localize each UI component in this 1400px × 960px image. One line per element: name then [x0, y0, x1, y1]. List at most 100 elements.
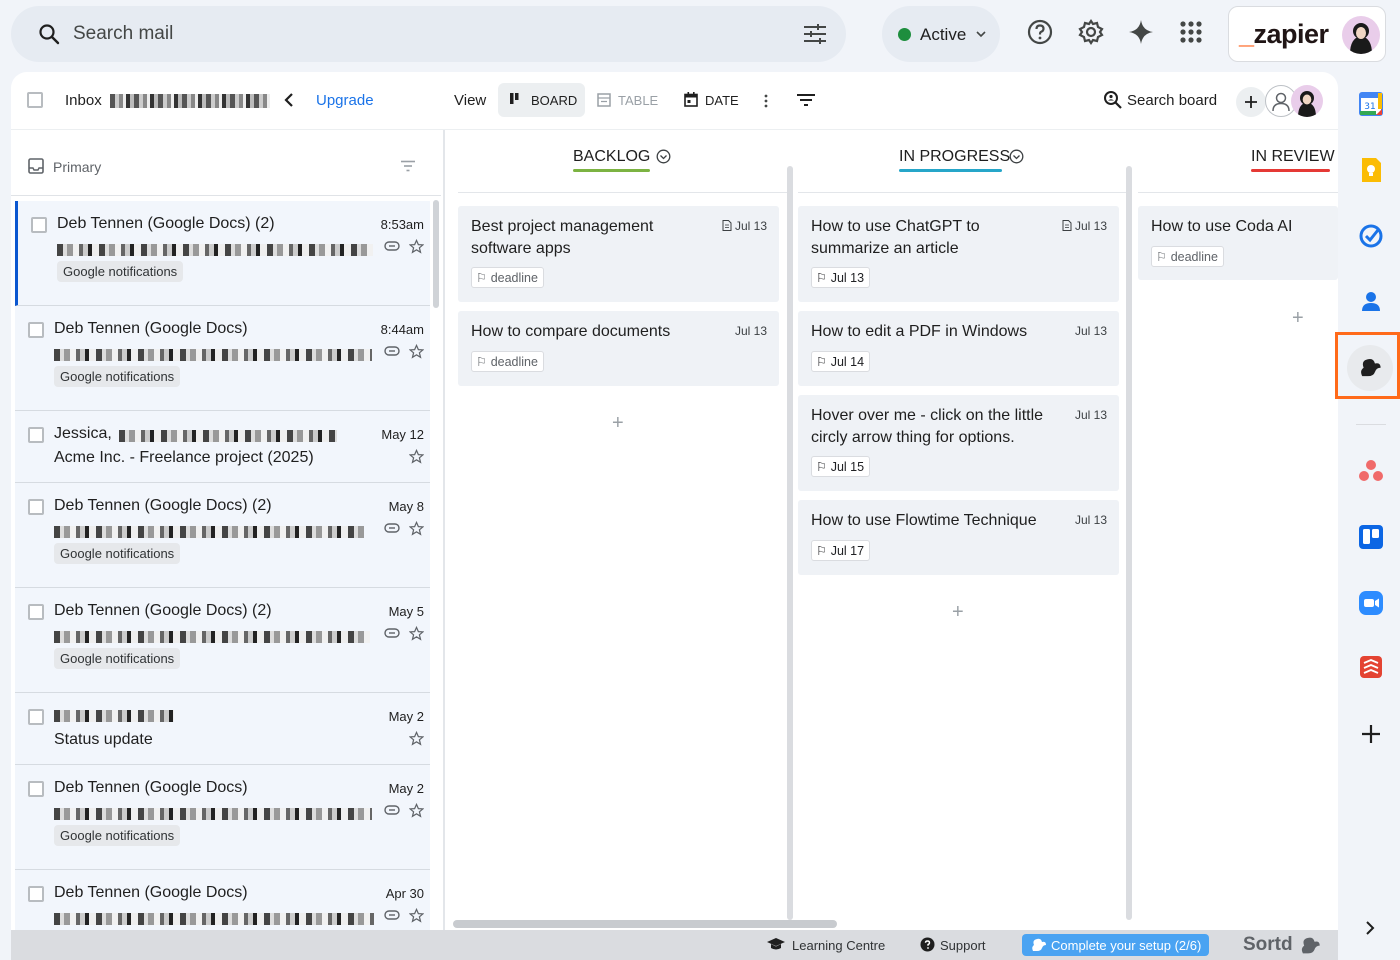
table-view-button[interactable]: TABLE	[618, 93, 658, 108]
list-filter-icon[interactable]	[400, 160, 416, 172]
task-card[interactable]: Hover over me - click on the little circ…	[798, 395, 1119, 491]
label-badge[interactable]: Google notifications	[54, 648, 181, 669]
email-row[interactable]: Deb Tennen (Google Docs) (2) May 5 Googl…	[15, 588, 430, 693]
main-panel: Inbox Upgrade View BOARD TABLE DATE Sear…	[11, 72, 1338, 960]
label-badge[interactable]: Google notifications	[54, 825, 181, 846]
add-card-button[interactable]: +	[1292, 307, 1304, 330]
due-date-chip[interactable]: ⚐ Jul 15	[811, 456, 871, 477]
help-icon[interactable]	[1026, 18, 1054, 46]
support-link[interactable]: Support	[940, 938, 986, 953]
gemini-sparkle-icon[interactable]	[1127, 18, 1155, 46]
more-vert-icon[interactable]	[763, 93, 769, 109]
column-header-in-progress[interactable]: IN PROGRESS	[899, 148, 1024, 172]
add-icon[interactable]	[1356, 719, 1386, 749]
asana-icon[interactable]	[1356, 456, 1386, 486]
row-checkbox[interactable]	[28, 709, 44, 725]
task-card[interactable]: How to use Flowtime Technique Jul 13 ⚐ J…	[798, 500, 1119, 575]
apps-grid-icon[interactable]	[1177, 18, 1205, 46]
add-card-button[interactable]: +	[612, 412, 624, 435]
chevron-circle-icon[interactable]	[656, 149, 671, 164]
task-card[interactable]: How to use ChatGPT to summarize an artic…	[798, 206, 1119, 302]
board-horizontal-scrollbar[interactable]	[453, 920, 837, 928]
email-row[interactable]: Deb Tennen (Google Docs) 8:44am Google n…	[15, 306, 430, 411]
task-card[interactable]: How to use Coda AI ⚐ deadline	[1138, 206, 1338, 280]
row-checkbox[interactable]	[28, 886, 44, 902]
task-card[interactable]: Best project management software apps Ju…	[458, 206, 779, 302]
member-avatar[interactable]	[1291, 85, 1323, 117]
email-row[interactable]: Deb Tennen (Google Docs) Apr 30	[15, 870, 430, 930]
trello-icon[interactable]	[1356, 522, 1386, 552]
row-checkbox[interactable]	[31, 217, 47, 233]
row-checkbox[interactable]	[28, 604, 44, 620]
email-date: 8:53am	[380, 217, 424, 232]
status-selector[interactable]: Active	[882, 6, 1000, 62]
star-icon[interactable]	[409, 803, 424, 818]
due-date-chip[interactable]: ⚐ Jul 13	[811, 267, 871, 288]
google-keep-icon[interactable]	[1356, 155, 1386, 185]
google-calendar-icon[interactable]: 31	[1356, 89, 1386, 119]
search-options-icon[interactable]	[802, 22, 828, 46]
star-icon[interactable]	[409, 344, 424, 359]
email-row[interactable]: Deb Tennen (Google Docs) May 2 Google no…	[15, 765, 430, 870]
star-icon[interactable]	[409, 239, 424, 254]
task-card[interactable]: How to edit a PDF in Windows Jul 13 ⚐ Ju…	[798, 311, 1119, 386]
zoom-icon[interactable]	[1356, 588, 1386, 618]
search-input[interactable]: Search mail	[73, 23, 173, 45]
due-date-chip[interactable]: ⚐ Jul 17	[811, 540, 871, 561]
user-avatar[interactable]	[1342, 16, 1380, 54]
email-row[interactable]: Deb Tennen (Google Docs) (2) 8:53am Goog…	[15, 201, 430, 306]
chevron-right-icon[interactable]	[1362, 918, 1378, 938]
calendar-day-number: 31	[1364, 102, 1375, 112]
todoist-icon[interactable]	[1356, 652, 1386, 682]
add-member-button[interactable]	[1236, 87, 1266, 117]
email-row[interactable]: Jessica, May 12 Acme Inc. - Freelance pr…	[15, 411, 430, 483]
add-card-button[interactable]: +	[952, 601, 964, 624]
chevron-left-icon[interactable]	[283, 92, 295, 108]
upgrade-link[interactable]: Upgrade	[316, 92, 374, 109]
star-icon[interactable]	[409, 521, 424, 536]
redacted-snippet	[54, 631, 370, 643]
primary-tab[interactable]: Primary	[53, 159, 101, 175]
label-badge[interactable]: Google notifications	[57, 261, 184, 282]
column-header-in-review[interactable]: IN REVIEW	[1251, 148, 1335, 172]
label-badge[interactable]: Google notifications	[54, 366, 181, 387]
filter-icon[interactable]	[796, 93, 816, 107]
row-checkbox[interactable]	[28, 781, 44, 797]
select-all-checkbox[interactable]	[27, 92, 43, 108]
column-header-backlog[interactable]: BACKLOG	[573, 148, 671, 172]
deadline-chip[interactable]: ⚐ deadline	[1151, 246, 1224, 267]
date-view-button[interactable]: DATE	[705, 93, 739, 108]
search-icon[interactable]	[37, 22, 61, 46]
star-icon[interactable]	[409, 626, 424, 641]
column-title: IN PROGRESS	[899, 148, 1011, 165]
account-switcher[interactable]: _zapier	[1228, 6, 1386, 62]
complete-setup-button[interactable]: Complete your setup (2/6)	[1022, 934, 1209, 956]
google-contacts-icon[interactable]	[1356, 286, 1386, 316]
learning-centre-link[interactable]: Learning Centre	[792, 938, 885, 953]
google-tasks-icon[interactable]	[1356, 221, 1386, 251]
row-checkbox[interactable]	[28, 499, 44, 515]
email-row[interactable]: Deb Tennen (Google Docs) (2) May 8 Googl…	[15, 483, 430, 588]
star-icon[interactable]	[409, 731, 424, 746]
settings-gear-icon[interactable]	[1077, 18, 1105, 46]
due-date-chip[interactable]: ⚐ Jul 14	[811, 351, 871, 372]
search-bar[interactable]: Search mail	[11, 6, 846, 62]
star-icon[interactable]	[409, 908, 424, 923]
redacted-snippet	[54, 526, 364, 538]
board-view-button[interactable]: BOARD	[498, 83, 585, 117]
deadline-chip[interactable]: ⚐ deadline	[471, 267, 544, 288]
row-checkbox[interactable]	[28, 427, 44, 443]
task-card[interactable]: How to compare documents Jul 13 ⚐ deadli…	[458, 311, 779, 386]
row-checkbox[interactable]	[28, 322, 44, 338]
email-list-scrollbar[interactable]	[433, 200, 439, 308]
search-board-icon[interactable]	[1103, 90, 1123, 110]
deadline-chip[interactable]: ⚐ deadline	[471, 351, 544, 372]
board-label: BOARD	[531, 93, 578, 108]
star-icon[interactable]	[409, 449, 424, 464]
column-divider	[1126, 166, 1132, 920]
search-board-button[interactable]: Search board	[1127, 92, 1217, 109]
label-badge[interactable]: Google notifications	[54, 543, 181, 564]
chevron-circle-icon[interactable]	[1009, 149, 1024, 164]
attachment-icon	[384, 910, 400, 920]
email-row[interactable]: May 2 Status update	[15, 693, 430, 765]
